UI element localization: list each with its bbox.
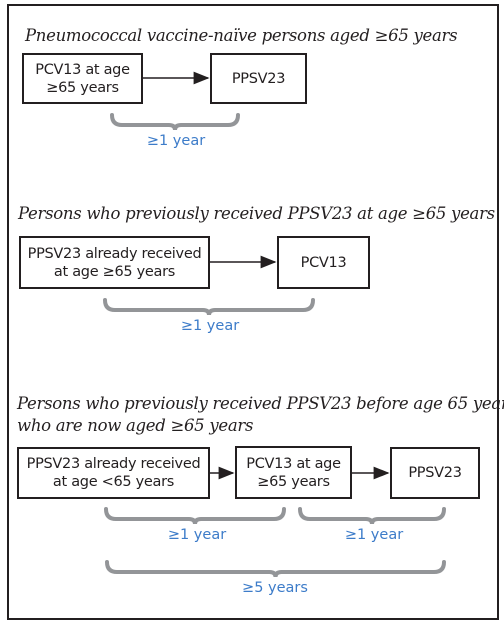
section-3-title-line-2: who are now aged ≥65 years <box>17 416 254 435</box>
interval-label: ≥1 year <box>167 527 227 543</box>
interval-brace <box>298 507 446 525</box>
box-ppsv23: PPSV23 <box>210 53 307 104</box>
interval-label: ≥1 year <box>180 318 240 334</box>
section-1-title: Pneumococcal vaccine-naïve persons aged … <box>25 26 458 45</box>
box-pcv13-age65: PCV13 at age ≥65 years <box>235 446 352 499</box>
box-ppsv23-received: PPSV23 already received at age ≥65 years <box>19 236 210 289</box>
section-3-title-line-1: Persons who previously received PPSV23 b… <box>17 394 504 413</box>
interval-label: ≥1 year <box>344 527 404 543</box>
box-ppsv23: PPSV23 <box>390 447 480 499</box>
interval-brace <box>105 560 446 578</box>
interval-label: ≥5 years <box>242 580 308 596</box>
interval-brace <box>104 507 286 525</box>
box-pcv13-age65: PCV13 at age ≥65 years <box>22 53 143 104</box>
interval-brace <box>103 298 315 316</box>
section-2-title: Persons who previously received PPSV23 a… <box>18 204 495 223</box>
box-pcv13: PCV13 <box>277 236 370 289</box>
vaccine-schedule-diagram: Pneumococcal vaccine-naïve persons aged … <box>0 0 504 625</box>
box-ppsv23-under65: PPSV23 already received at age <65 years <box>17 447 210 499</box>
interval-brace <box>110 113 240 131</box>
interval-label: ≥1 year <box>146 133 206 149</box>
